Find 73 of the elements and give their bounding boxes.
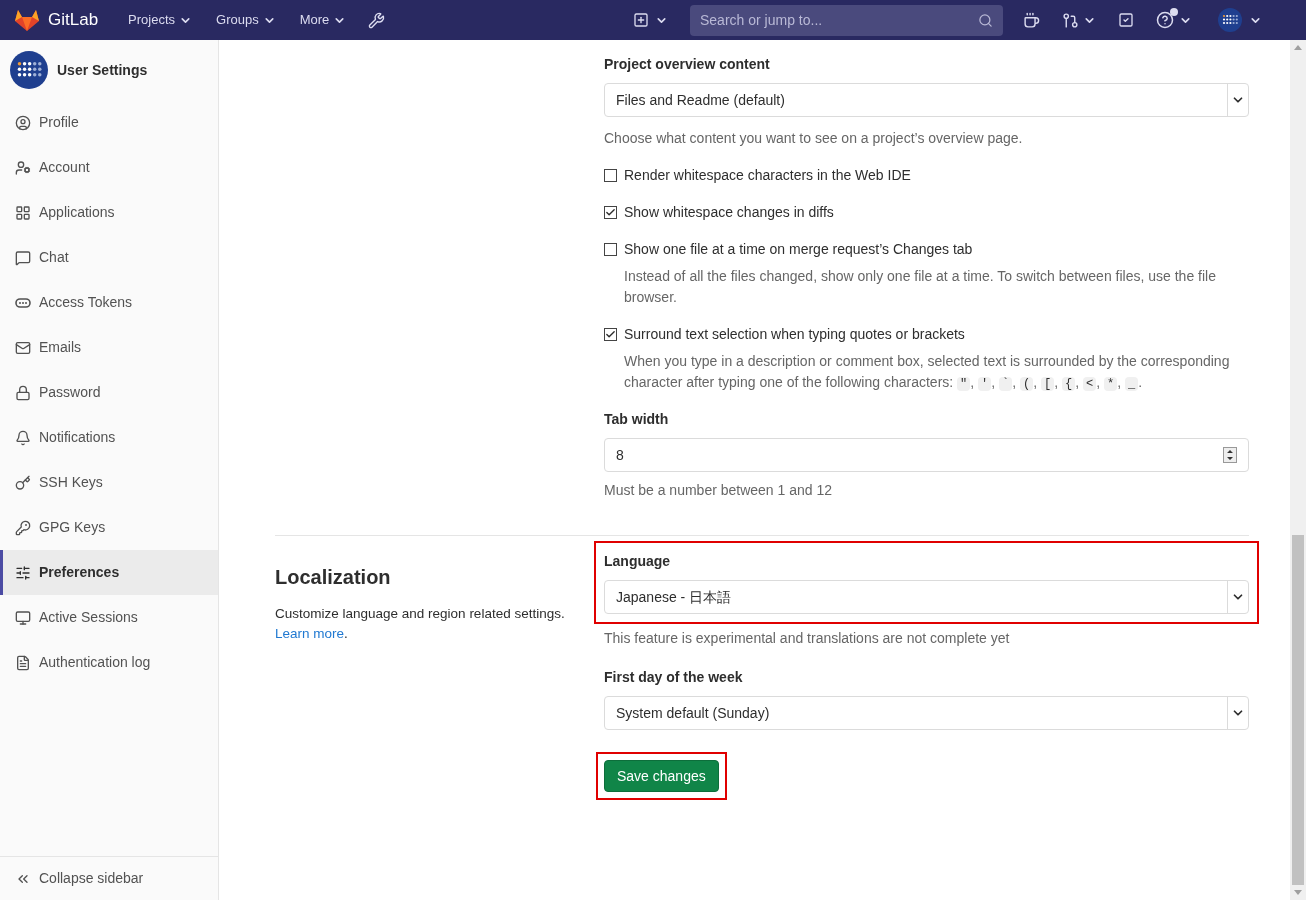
checkbox[interactable] [604, 328, 617, 341]
field-label: Tab width [604, 410, 670, 429]
field-label: Language [604, 552, 672, 571]
save-changes-button[interactable]: Save changes [604, 760, 719, 792]
number-input[interactable]: 8 [604, 438, 1249, 472]
search-icon [978, 12, 993, 28]
help-icon[interactable] [1156, 11, 1174, 29]
dropdown-select[interactable]: Japanese - 日本語 [604, 580, 1249, 614]
grid-icon [15, 204, 31, 221]
document-icon [15, 654, 31, 671]
help-text: Must be a number between 1 and 12 [604, 481, 834, 500]
sidebar-title: User Settings [57, 60, 148, 80]
help-text: Choose what content you want to see on a project’s overview page. [604, 129, 1024, 148]
dropdown-select[interactable]: Files and Readme (default) [604, 83, 1249, 117]
checkbox[interactable] [604, 243, 617, 256]
sliders-icon [15, 564, 31, 581]
checkbox[interactable] [604, 206, 617, 219]
sidebar-item[interactable]: Profile [0, 100, 218, 145]
nav-menu[interactable]: Groups [208, 4, 284, 36]
avatar-logo-icon[interactable] [10, 51, 48, 89]
checkbox-label[interactable]: Show whitespace changes in diffs [624, 202, 834, 223]
sidebar-item[interactable]: Chat [0, 235, 218, 280]
token-icon [15, 297, 31, 308]
help-text: When you type in a description or comment box, selected text is surrounded by the corresponding character after typing one of the following characters: " , ' , ` , ( , [ , { , < , * , _ . [624, 352, 1231, 393]
search-field[interactable]: Search or jump to... [690, 4, 1003, 36]
checkbox-label[interactable]: Surround text selection when typing quotes or brackets [624, 324, 965, 345]
sidebar-item[interactable]: Active Sessions [0, 595, 218, 640]
avatar-logo-icon[interactable] [1218, 8, 1242, 32]
user-gear-icon [15, 159, 31, 176]
checkbox-label[interactable]: Show one file at a time on merge request’s Changes tab [624, 239, 973, 260]
key-icon [15, 474, 31, 491]
sidebar-item[interactable]: SSH Keys [0, 460, 218, 505]
plus-icon[interactable] [633, 12, 649, 28]
help-text: Instead of all the files changed, show only one file at a time. To switch between files, use the file browser. [624, 267, 1217, 307]
sidebar-item[interactable]: Access Tokens [0, 280, 218, 325]
sidebar-item[interactable]: Notifications [0, 415, 218, 460]
checkbox-label[interactable]: Render whitespace characters in the Web IDE [624, 165, 911, 186]
sidebar-item[interactable]: Account [0, 145, 218, 190]
chat-bubble-icon [15, 249, 31, 266]
issues-icon[interactable] [1023, 11, 1040, 29]
checkbox[interactable] [604, 169, 617, 182]
lock-icon [15, 384, 31, 401]
fox-logo-icon[interactable] [14, 8, 40, 32]
section-description: Customize language and region related settings. [275, 605, 566, 623]
brand-name[interactable]: GitLab [48, 7, 99, 33]
monitor-icon [15, 609, 31, 626]
spinner-icon[interactable] [1223, 447, 1237, 463]
punctuation: . [344, 626, 348, 641]
envelope-icon [15, 339, 31, 356]
sidebar-item[interactable]: Preferences [0, 550, 218, 595]
nav-menu[interactable]: Projects [120, 4, 201, 36]
nav-menu[interactable]: More [291, 4, 355, 36]
sidebar-item[interactable]: Password [0, 370, 218, 415]
wrench-icon[interactable] [368, 11, 386, 29]
todo-icon[interactable] [1118, 12, 1134, 28]
profile-icon [15, 114, 31, 131]
learn-more-link[interactable]: Learn more [275, 626, 345, 641]
sidebar-item[interactable]: Applications [0, 190, 218, 235]
scrollbar-drawing[interactable] [1290, 40, 1306, 900]
dropdown-select[interactable]: System default (Sunday) [604, 696, 1249, 730]
bell-icon [15, 429, 31, 446]
merge-request-icon[interactable] [1062, 11, 1079, 29]
field-label: First day of the week [604, 668, 744, 687]
sidebar-item[interactable]: GPG Keys [0, 505, 218, 550]
check-icon [605, 207, 616, 218]
sidebar-item[interactable]: Authentication log [0, 640, 218, 685]
section-title: Localization [275, 565, 392, 590]
check-icon [605, 329, 616, 340]
collapse-sidebar-button[interactable]: Collapse sidebar [0, 856, 218, 900]
sidebar-item[interactable]: Emails [0, 325, 218, 370]
key-icon [15, 519, 31, 536]
field-label: Project overview content [604, 55, 771, 74]
help-text: This feature is experimental and translations are not complete yet [604, 629, 1011, 648]
